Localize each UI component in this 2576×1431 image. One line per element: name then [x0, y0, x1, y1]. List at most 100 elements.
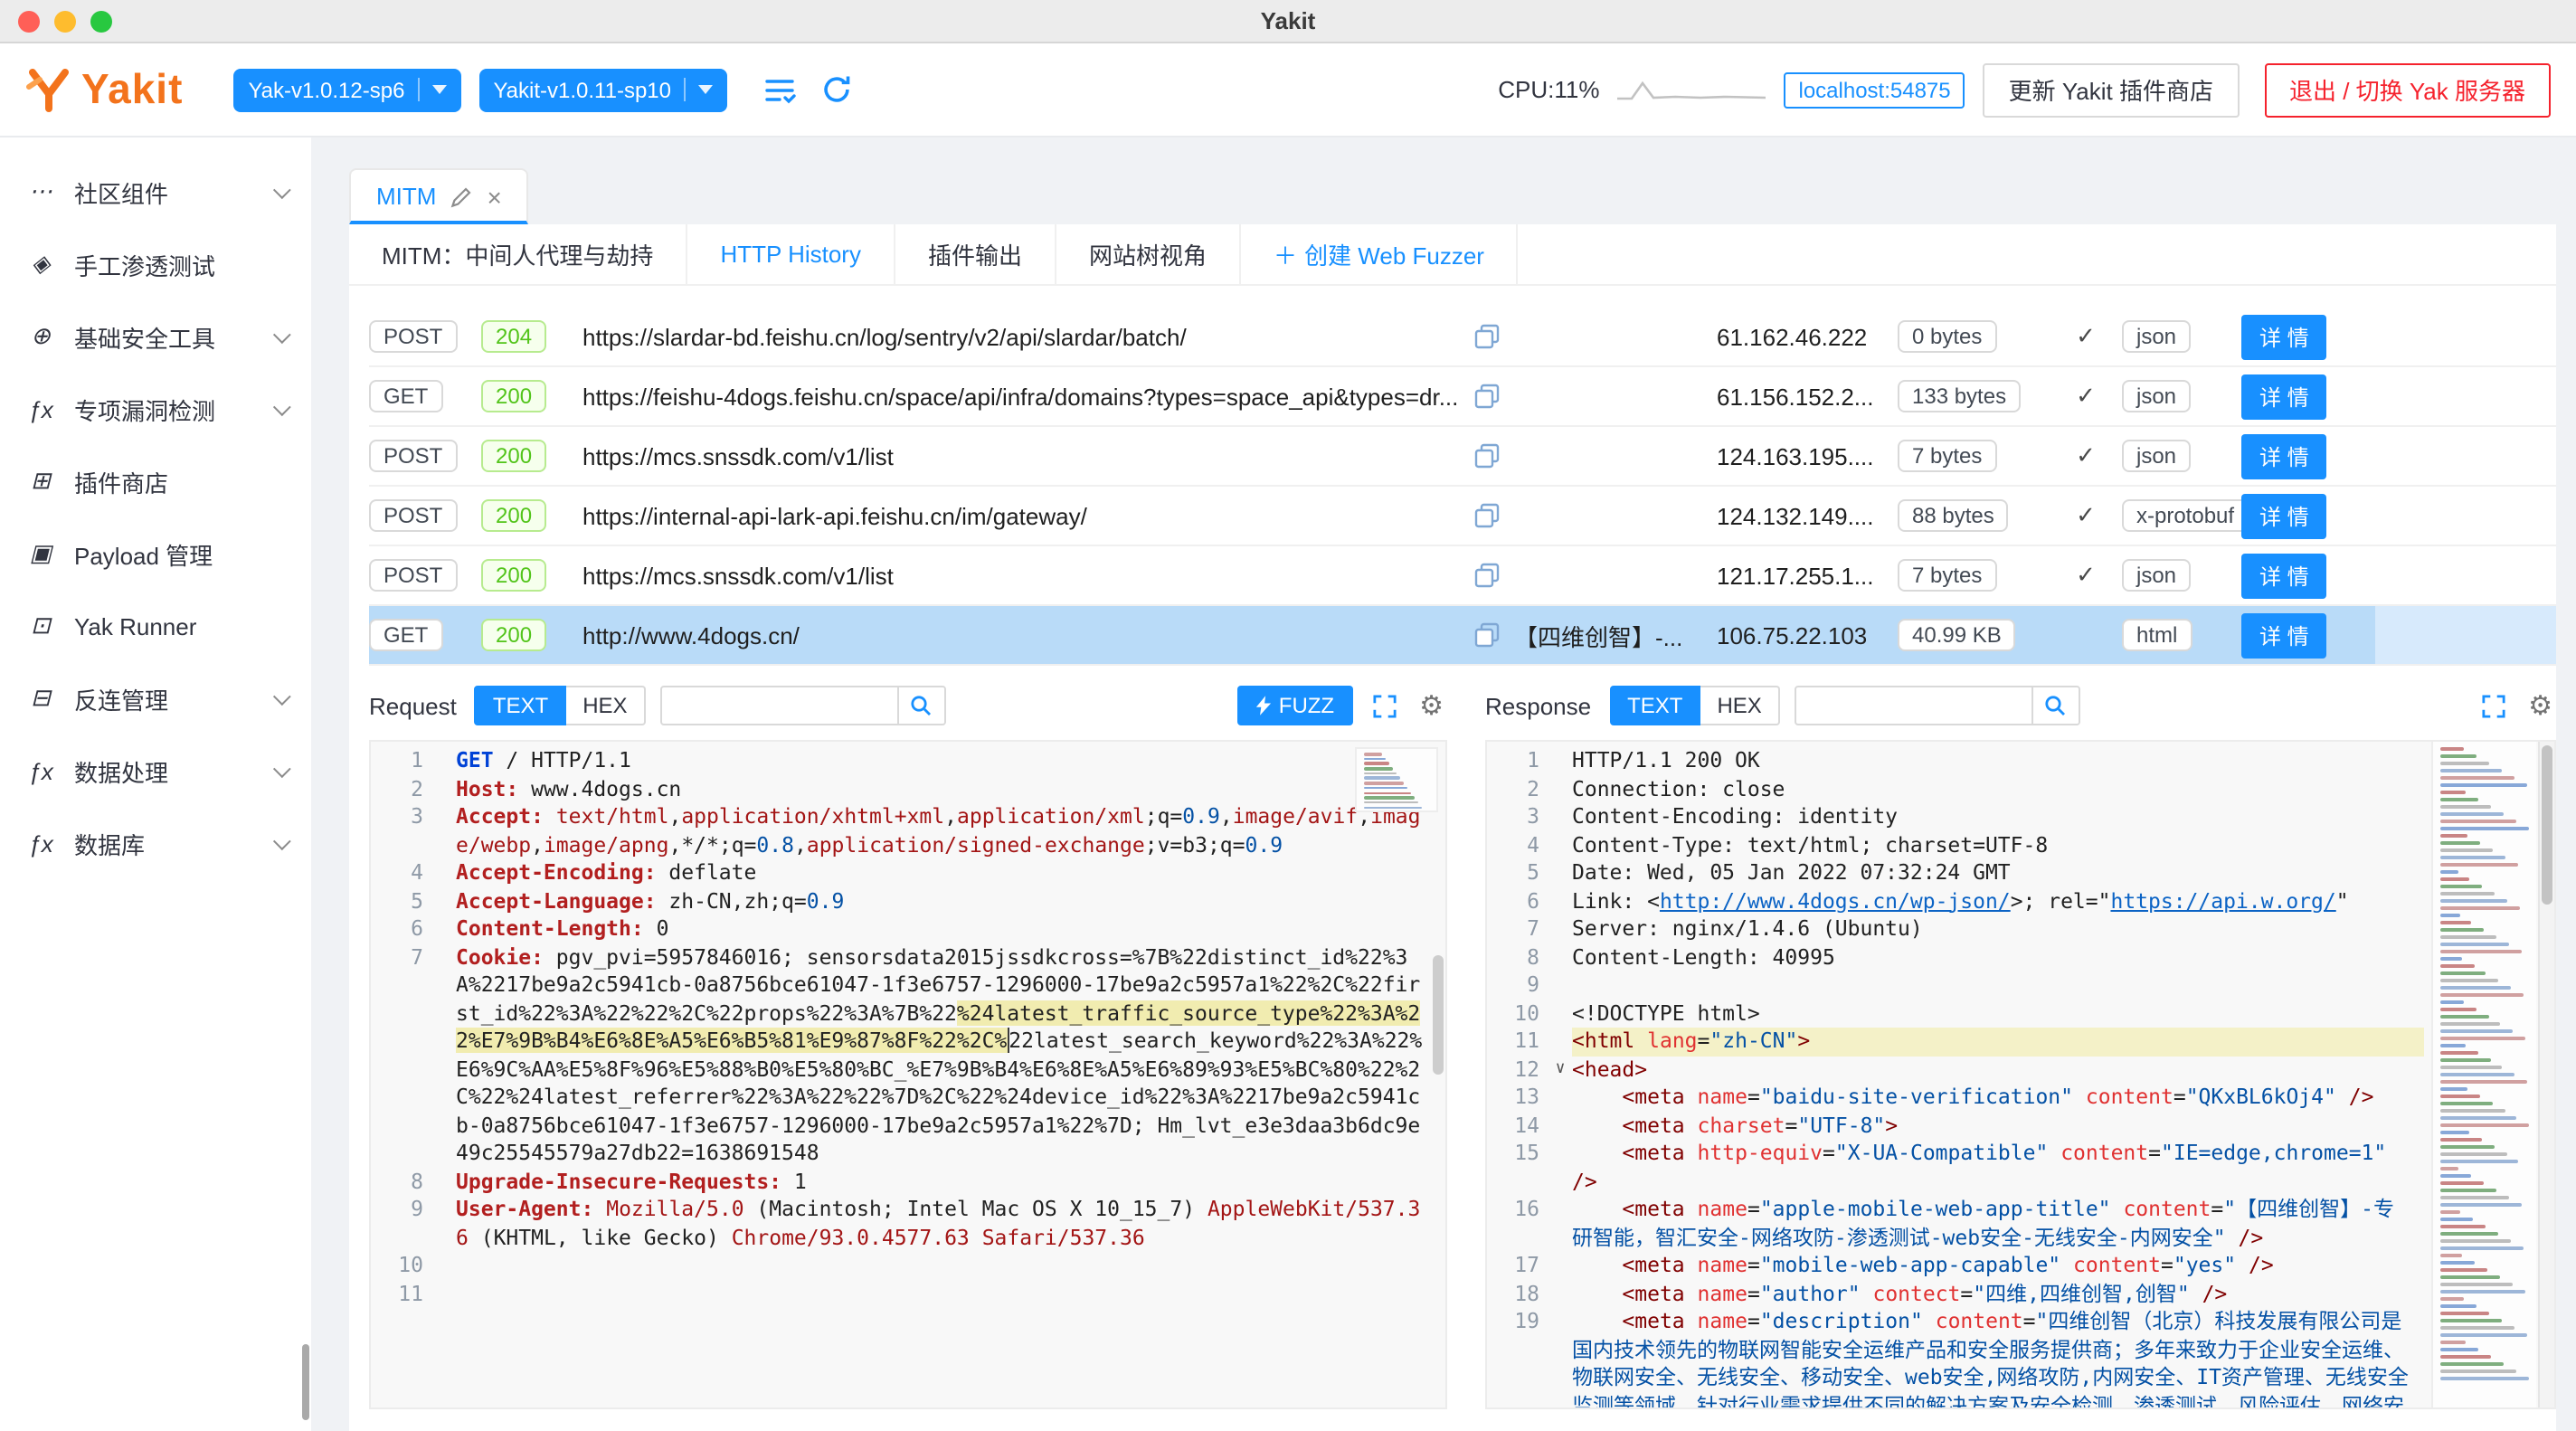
dots-icon: ⋯: [25, 177, 56, 206]
response-search-icon[interactable]: [2031, 687, 2079, 724]
status-code-tag: 200: [481, 619, 546, 651]
minimap-line: [1364, 767, 1393, 770]
minimap-line: [2440, 848, 2493, 852]
minimap-line: [1364, 753, 1382, 755]
detail-button[interactable]: 详 情: [2241, 433, 2327, 479]
sidebar-item-database[interactable]: ƒx数据库: [0, 807, 311, 879]
response-editor[interactable]: 1HTTP/1.1 200 OK2Connection: close3Conte…: [1485, 740, 2556, 1409]
status-cell: 200: [481, 559, 582, 592]
copy-url-icon[interactable]: [1460, 563, 1514, 588]
request-fullscreen-icon[interactable]: [1368, 690, 1399, 721]
cpu-usage-label: CPU:11%: [1498, 76, 1599, 103]
sidebar-item-label: Yak Runner: [74, 612, 196, 640]
detail-button[interactable]: 详 情: [2241, 612, 2327, 658]
body-size-cell: 7 bytes: [1898, 440, 2050, 472]
switch-yak-server-button[interactable]: 退出 / 切换 Yak 服务器: [2264, 62, 2551, 117]
subtab-mitm-hijack[interactable]: MITM：中间人代理与劫持: [349, 224, 687, 284]
method-cell: POST: [369, 559, 481, 592]
response-scrollbar-thumb[interactable]: [2542, 745, 2552, 905]
sidebar-item-community-components[interactable]: ⋯社区组件: [0, 156, 311, 228]
line-number: 1: [371, 747, 432, 775]
request-editor[interactable]: 1GET / HTTP/1.12Host: www.4dogs.cn3Accep…: [369, 740, 1447, 1409]
line-content: Content-Encoding: identity: [1572, 803, 2424, 831]
ip-address: 106.75.22.103: [1717, 621, 1898, 649]
request-settings-icon[interactable]: ⚙: [1416, 688, 1447, 723]
update-plugin-store-button[interactable]: 更新 Yakit 插件商店: [1984, 62, 2239, 117]
status-code-tag: 200: [481, 380, 546, 412]
request-search-input[interactable]: [662, 687, 897, 724]
sidebar-item-payload-manager[interactable]: ▣Payload 管理: [0, 517, 311, 590]
sidebar-item-label: 反连管理: [74, 681, 168, 716]
yakit-version-badge[interactable]: Yakit-v1.0.11-sp10: [478, 68, 727, 111]
minimap-line: [2440, 899, 2507, 903]
fold-icon[interactable]: ∨: [1548, 1056, 1572, 1084]
copy-url-icon[interactable]: [1460, 503, 1514, 528]
detail-button[interactable]: 详 情: [2241, 314, 2327, 359]
minimap-line: [2440, 914, 2459, 917]
line-number: 3: [1487, 803, 1548, 831]
sidebar-item-reverse-connection[interactable]: ⊟反连管理: [0, 662, 311, 734]
request-minimap[interactable]: [1355, 747, 1438, 812]
body-size-cell: 0 bytes: [1898, 320, 2050, 353]
code-line: 12∨<head>: [1487, 1056, 2424, 1084]
response-fullscreen-icon[interactable]: [2477, 690, 2508, 721]
minimize-window-button[interactable]: [54, 10, 76, 32]
close-window-button[interactable]: [18, 10, 40, 32]
copy-url-icon[interactable]: [1460, 622, 1514, 648]
sidebar-item-basic-security-tools[interactable]: ⊕基础安全工具: [0, 300, 311, 373]
close-tab-icon[interactable]: ×: [487, 184, 501, 209]
sidebar-item-manual-pentest[interactable]: ◈手工渗透测试: [0, 228, 311, 300]
subtab-http-history[interactable]: HTTP History: [687, 224, 895, 284]
fuzz-button-label: FUZZ: [1279, 693, 1334, 718]
response-ok-check: ✓: [2050, 382, 2122, 411]
sidebar-item-plugin-store[interactable]: ⊞插件商店: [0, 445, 311, 517]
response-search-input[interactable]: [1796, 687, 2031, 724]
line-number: 7: [371, 943, 432, 1168]
subtab-create-web-fuzzer[interactable]: ＋创建 Web Fuzzer: [1241, 224, 1519, 284]
request-search-icon[interactable]: [897, 687, 944, 724]
minimap-line: [2440, 1066, 2503, 1069]
request-hex-mode-button[interactable]: HEX: [566, 686, 645, 725]
response-scrollbar[interactable]: [2538, 742, 2554, 1407]
table-row[interactable]: POST200https://mcs.snssdk.com/v1/list124…: [369, 427, 2556, 487]
chevron-down-icon: [273, 687, 291, 705]
status-code-tag: 200: [481, 499, 546, 532]
refresh-icon[interactable]: [818, 71, 856, 109]
table-row[interactable]: GET200http://www.4dogs.cn/【四维创智】-...106.…: [369, 606, 2556, 666]
sidebar-scrollbar-thumb[interactable]: [302, 1344, 309, 1420]
table-row[interactable]: POST200https://mcs.snssdk.com/v1/list121…: [369, 546, 2556, 606]
edit-tab-icon[interactable]: [450, 185, 472, 207]
response-text-mode-button[interactable]: TEXT: [1609, 686, 1700, 725]
line-number: 11: [1487, 1028, 1548, 1056]
detail-button[interactable]: 详 情: [2241, 374, 2327, 419]
response-minimap[interactable]: [2431, 742, 2536, 1407]
response-settings-icon[interactable]: ⚙: [2524, 688, 2556, 723]
detail-button[interactable]: 详 情: [2241, 553, 2327, 598]
request-text-mode-button[interactable]: TEXT: [475, 686, 566, 725]
table-row[interactable]: GET200https://feishu-4dogs.feishu.cn/spa…: [369, 367, 2556, 427]
tab-mitm[interactable]: MITM ×: [349, 168, 529, 224]
copy-url-icon[interactable]: [1460, 324, 1514, 349]
sidebar-item-yak-runner[interactable]: ⊡Yak Runner: [0, 590, 311, 662]
subtab-plugin-output[interactable]: 插件输出: [895, 224, 1056, 284]
zoom-window-button[interactable]: [90, 10, 112, 32]
table-row[interactable]: POST200https://internal-api-lark-api.fei…: [369, 487, 2556, 546]
method-cell: POST: [369, 440, 481, 472]
sidebar-item-special-vuln-detect[interactable]: ƒx专项漏洞检测: [0, 373, 311, 445]
code-line: 8Upgrade-Insecure-Requests: 1: [371, 1168, 1445, 1196]
body-size-tag: 0 bytes: [1898, 320, 1996, 353]
minimap-line: [2440, 1087, 2467, 1091]
sidebar-item-data-processing[interactable]: ƒx数据处理: [0, 734, 311, 807]
response-hex-mode-button[interactable]: HEX: [1700, 686, 1779, 725]
minimap-line: [2440, 776, 2514, 780]
subtab-website-tree[interactable]: 网站树视角: [1056, 224, 1241, 284]
copy-url-icon[interactable]: [1460, 384, 1514, 409]
copy-url-icon[interactable]: [1460, 443, 1514, 469]
table-row[interactable]: POST204https://slardar-bd.feishu.cn/log/…: [369, 308, 2556, 367]
task-list-icon[interactable]: [760, 71, 800, 108]
request-scrollbar-thumb[interactable]: [1433, 955, 1444, 1075]
detail-button[interactable]: 详 情: [2241, 493, 2327, 538]
yak-version-badge[interactable]: Yak-v1.0.12-sp6: [233, 68, 460, 111]
fuzz-button[interactable]: FUZZ: [1237, 686, 1352, 725]
plus-icon: ＋: [1274, 237, 1297, 271]
